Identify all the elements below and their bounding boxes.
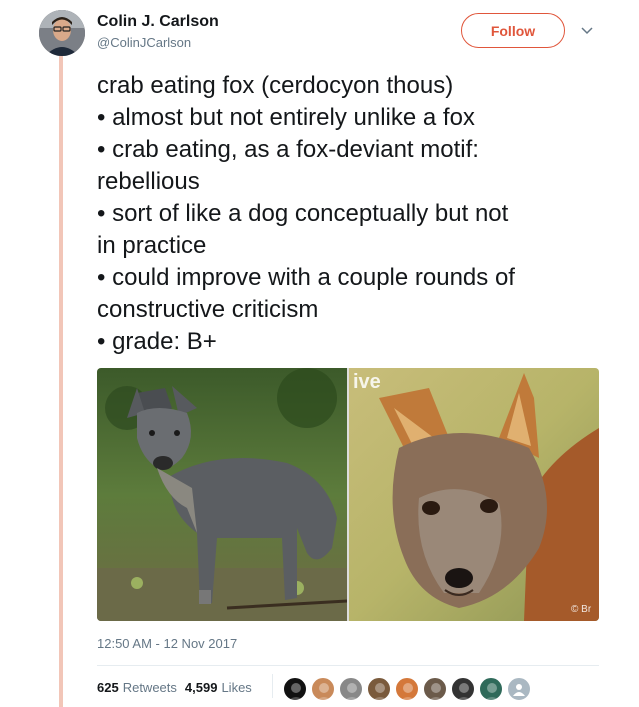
liker-avatar[interactable] [507, 677, 531, 701]
liker-avatar[interactable] [311, 677, 335, 701]
author-screen-name[interactable]: @ColinJCarlson [97, 34, 219, 52]
retweets-stat[interactable]: 625 Retweets [97, 680, 177, 695]
tweet-header: Colin J. Carlson @ColinJCarlson Follow [39, 10, 609, 60]
likes-stat[interactable]: 4,599 Likes [185, 680, 252, 695]
author-info[interactable]: Colin J. Carlson @ColinJCarlson [97, 12, 219, 52]
photo-watermark: ive [353, 371, 381, 393]
liker-avatar[interactable] [339, 677, 363, 701]
tweet-text-line: • grade: B+ [97, 328, 217, 355]
tweet-text-line: • sort of like a dog conceptually but no… [97, 200, 509, 227]
chevron-down-icon[interactable] [579, 22, 595, 38]
retweets-count: 625 [97, 680, 119, 695]
crab-eating-fox-standing-photo[interactable] [97, 368, 347, 621]
stats-separator [272, 674, 273, 698]
liker-avatar[interactable] [367, 677, 391, 701]
likes-count: 4,599 [184, 680, 218, 695]
user-avatar-icon [39, 10, 85, 56]
tweet-text-line: rebellious [97, 168, 200, 195]
photo-credit: © Br [571, 604, 592, 615]
author-avatar[interactable] [39, 10, 85, 56]
tweet-text-line: constructive criticism [97, 296, 319, 323]
tweet-text: crab eating fox (cerdocyon thous) • almo… [97, 70, 617, 358]
tweet-text-line: • almost but not entirely unlike a fox [97, 104, 475, 131]
user-icon [513, 684, 525, 696]
tweet-text-line: in practice [97, 232, 207, 259]
liker-avatar[interactable] [479, 677, 503, 701]
tweet-stats: 625 Retweets 4,599 Likes [97, 680, 260, 695]
liker-avatar[interactable] [395, 677, 419, 701]
tweet-text-line: • could improve with a couple rounds of [97, 264, 515, 291]
author-display-name[interactable]: Colin J. Carlson [97, 12, 219, 32]
stats-divider [97, 665, 599, 666]
tweet-text-line: • crab eating, as a fox-deviant motif: [97, 136, 479, 163]
tweet-media: ive © Br [97, 368, 599, 621]
follow-button[interactable]: Follow [461, 13, 565, 48]
liker-avatars [283, 677, 535, 701]
likes-label: Likes [221, 680, 252, 695]
crab-eating-fox-closeup-photo[interactable]: ive © Br [349, 368, 599, 621]
tweet-timestamp[interactable]: 12:50 AM - 12 Nov 2017 [97, 636, 237, 651]
liker-avatar[interactable] [451, 677, 475, 701]
tweet-text-line: crab eating fox (cerdocyon thous) [97, 72, 454, 99]
retweets-label: Retweets [122, 680, 177, 695]
liker-avatar[interactable] [423, 677, 447, 701]
thread-connector-line [59, 56, 63, 707]
liker-avatar[interactable] [283, 677, 307, 701]
